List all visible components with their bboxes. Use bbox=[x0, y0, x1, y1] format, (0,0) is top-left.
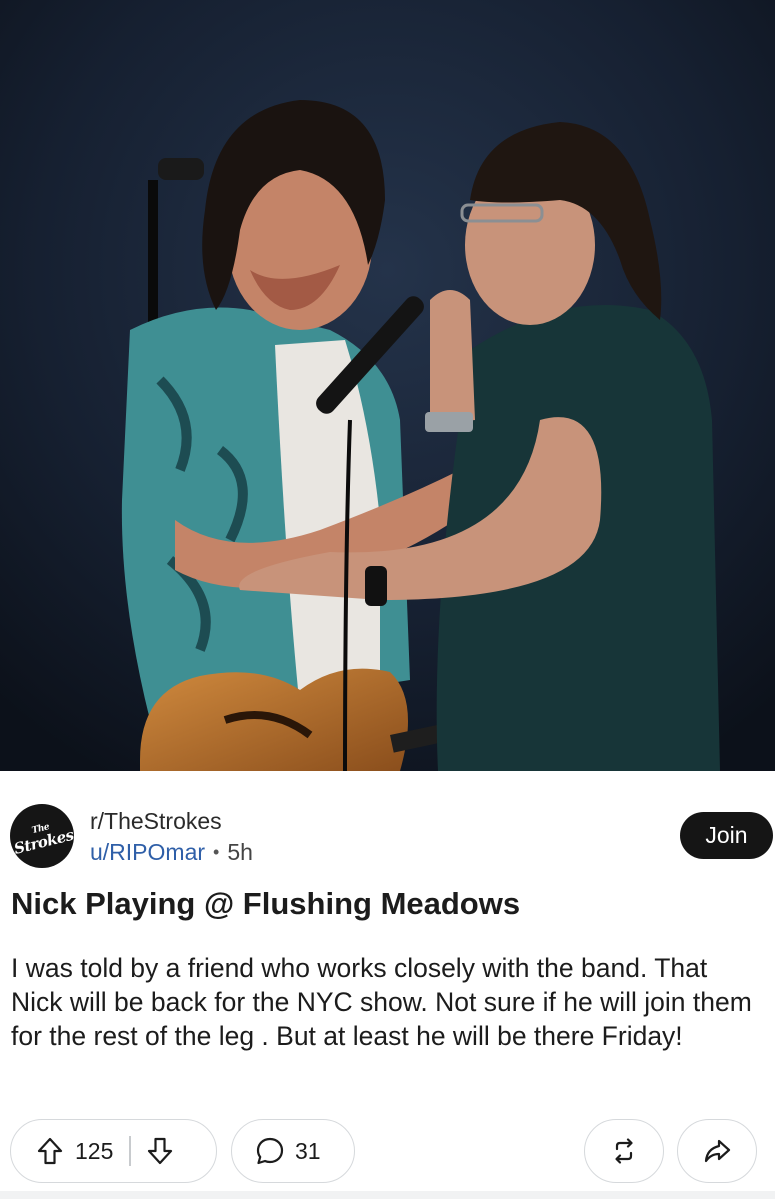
vote-control: 125 bbox=[10, 1119, 217, 1183]
comment-bubble-icon bbox=[254, 1135, 286, 1167]
comments-button[interactable]: 31 bbox=[231, 1119, 355, 1183]
concert-photo bbox=[0, 0, 775, 771]
feed-divider bbox=[0, 1191, 775, 1199]
subreddit-avatar[interactable]: The Strokes bbox=[10, 804, 74, 868]
post-body: I was told by a friend who works closely… bbox=[11, 953, 752, 1051]
join-button[interactable]: Join bbox=[680, 812, 773, 859]
downvote-icon[interactable] bbox=[145, 1136, 175, 1166]
author-link[interactable]: u/RIPOmar bbox=[90, 839, 205, 866]
crosspost-button[interactable] bbox=[584, 1119, 664, 1183]
post-meta: u/RIPOmar • 5h bbox=[90, 839, 253, 866]
subreddit-name[interactable]: r/TheStrokes bbox=[90, 808, 222, 835]
post-age: 5h bbox=[227, 839, 253, 865]
upvote-count: 125 bbox=[75, 1137, 114, 1164]
comment-count: 31 bbox=[295, 1137, 321, 1164]
post-title[interactable]: Nick Playing @ Flushing Meadows bbox=[11, 886, 766, 922]
repost-icon bbox=[609, 1136, 639, 1166]
upvote-icon[interactable] bbox=[35, 1136, 65, 1166]
strokes-logo-icon: The Strokes bbox=[11, 822, 74, 858]
share-button[interactable] bbox=[677, 1119, 757, 1183]
post-image[interactable] bbox=[0, 0, 775, 771]
share-arrow-icon bbox=[702, 1136, 732, 1166]
meta-separator: • bbox=[213, 842, 220, 862]
vote-divider bbox=[129, 1136, 131, 1166]
